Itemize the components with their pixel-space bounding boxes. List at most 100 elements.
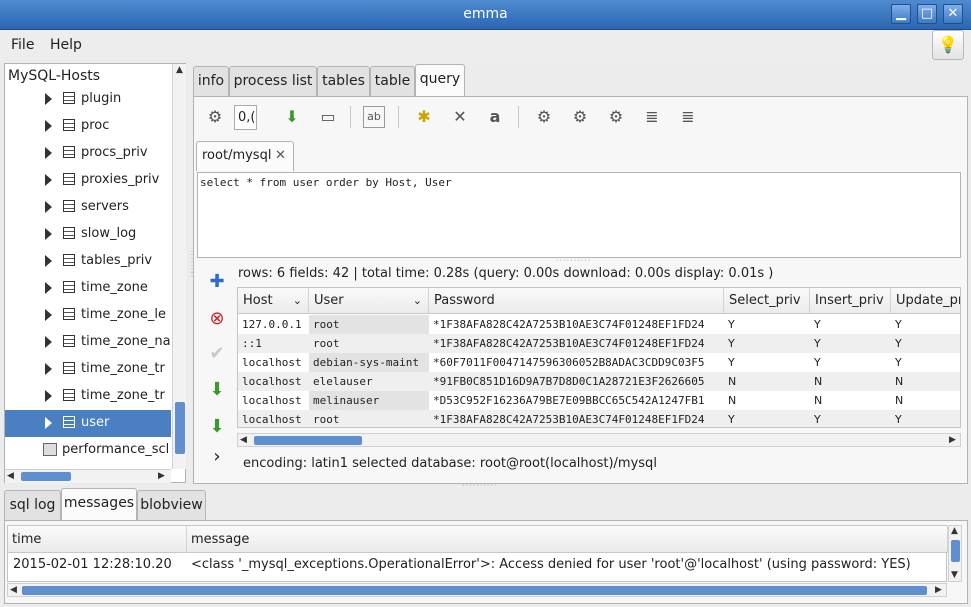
tab-messages[interactable]: messages [61,488,137,520]
table-cell[interactable]: N [810,391,891,410]
tab-process-list[interactable]: process list [229,66,317,96]
table-row[interactable]: localhost melinauser *D53C952F16236A79BE7E… [238,391,960,410]
table-cell[interactable]: Y [891,410,960,427]
scroll-right-icon[interactable]: ▶ [158,471,165,481]
expand-arrow-icon[interactable] [45,120,52,132]
table-cell[interactable]: root [309,315,429,334]
apply-icon[interactable]: ✔ [206,343,228,365]
outdent-icon[interactable]: ≣ [675,104,701,130]
table-cell[interactable]: localhost [238,391,309,410]
tab-info[interactable]: info [193,66,229,96]
column-header-user[interactable]: User ⌄ [309,288,429,314]
tree-item-performance-schema[interactable]: performance_scl [5,437,171,464]
add-row-icon[interactable]: ✚ [206,271,228,293]
maximize-button[interactable]: □ [917,4,937,24]
table-cell[interactable]: Y [724,315,810,334]
editor-splitter[interactable]: ·········· [556,256,591,265]
expand-arrow-icon[interactable] [45,93,52,105]
table-cell[interactable]: *1F38AFA828C42A7253B10AE3C74F01248EF1FD2… [429,334,724,353]
delete-row-icon[interactable]: ⊗ [206,308,228,330]
replace-text-icon[interactable]: ab [363,106,385,128]
scroll-thumb[interactable] [22,586,927,595]
scroll-left-icon[interactable]: ◀ [240,435,247,445]
tree-item-table[interactable]: proxies_priv [5,167,171,194]
table-row[interactable]: ::1 root *1F38AFA828C42A7253B10AE3C74F0124… [238,334,960,353]
table-row[interactable]: localhost elelauser *91FB0C851D16D9A7B7D8D… [238,372,960,391]
table-cell[interactable]: N [724,372,810,391]
rename-icon[interactable]: a [482,104,508,130]
menu-file[interactable]: File [11,37,34,53]
open-folder-icon[interactable]: ▭ [315,104,341,130]
expand-arrow-icon[interactable] [45,228,52,240]
tree-item-table[interactable]: procs_priv [5,140,171,167]
table-row[interactable]: localhost debian-sys-maint *60F7011F004714… [238,353,960,372]
column-header-insert-priv[interactable]: Insert_priv [810,288,891,314]
tree-item-table[interactable]: proc [5,113,171,140]
scroll-thumb[interactable] [254,436,362,445]
bottom-splitter[interactable]: ·········· [462,481,497,490]
table-cell[interactable]: N [724,391,810,410]
expand-arrow-icon[interactable] [45,174,52,186]
tree-horizontal-scrollbar[interactable]: ◀ ▶ [5,469,171,483]
tree-item-table[interactable]: tables_priv [5,248,171,275]
result-grid[interactable]: Host ⌄ User ⌄ Password Select_priv Insert_… [237,287,961,428]
query-tab[interactable]: root/mysql ✕ [196,141,294,171]
messages-vertical-scrollbar[interactable]: ▲ ▼ [948,525,962,582]
scroll-left-icon[interactable]: ◀ [10,585,17,595]
table-cell[interactable]: *1F38AFA828C42A7253B10AE3C74F01248EF1FD2… [429,410,724,427]
table-cell[interactable]: Y [891,353,960,372]
column-header-update-priv[interactable]: Update_pri [891,288,960,314]
table-cell[interactable]: 127.0.0.1 [238,315,309,334]
scroll-thumb[interactable] [21,472,71,481]
tab-sql-log[interactable]: sql log [4,490,61,520]
tab-table[interactable]: table [370,66,415,96]
hosts-tree[interactable]: MySQL-Hosts plugin proc procs_priv proxies_… [4,63,186,483]
scroll-up-icon[interactable]: ▲ [176,65,183,75]
execute-all-icon[interactable]: ⚙ [531,104,557,130]
table-cell[interactable]: *60F7011F0047147596306052B8ADAC3CDD9C03F… [429,353,724,372]
close-button[interactable]: ✕ [943,4,963,24]
table-cell[interactable]: *D53C952F16236A79BE7E09BBCC65C542A1247FB… [429,391,724,410]
table-cell[interactable]: Y [810,334,891,353]
table-cell[interactable]: Y [724,410,810,427]
column-header-select-priv[interactable]: Select_priv [724,288,810,314]
minimize-button[interactable]: ▁ [891,4,911,24]
table-cell[interactable]: N [810,372,891,391]
tree-item-table[interactable]: user [5,410,171,437]
expand-arrow-icon[interactable] [45,363,52,375]
column-header-host[interactable]: Host ⌄ [238,288,309,314]
tree-item-table[interactable]: time_zone_tr [5,383,171,410]
table-cell[interactable]: Y [891,334,960,353]
table-cell[interactable]: debian-sys-maint [309,353,429,372]
expand-arrow-icon[interactable] [45,201,52,213]
close-query-icon[interactable]: ✕ [447,104,473,130]
expand-arrow-icon[interactable] [45,147,52,159]
tab-query[interactable]: query [415,64,465,96]
menu-help[interactable]: Help [50,37,82,53]
table-cell[interactable]: Y [891,315,960,334]
tree-item-table[interactable]: servers [5,194,171,221]
tree-vertical-scrollbar[interactable]: ▲ [172,64,186,469]
column-header-password[interactable]: Password [429,288,724,314]
save-rows-icon[interactable]: ⬇ [206,379,228,401]
execute-current-icon[interactable]: ⚙ [567,104,593,130]
table-row[interactable]: localhost root *1F38AFA828C42A7253B10AE3C7… [238,410,960,427]
expand-arrow-icon[interactable] [45,390,52,402]
tab-tables[interactable]: tables [317,66,370,96]
new-query-icon[interactable]: ✱ [411,104,437,130]
expand-arrow-icon[interactable] [45,255,52,267]
limit-spinner[interactable]: 0,( [234,105,257,130]
table-cell[interactable]: melinauser [309,391,429,410]
messages-table[interactable]: time message 2015-02-01 12:28:10.20 <cla… [7,525,948,582]
scroll-thumb[interactable] [175,402,185,454]
sql-editor[interactable]: select * from user order by Host, User [197,172,961,258]
scroll-down-icon[interactable]: ▼ [951,570,958,580]
table-cell[interactable]: Y [810,353,891,372]
tree-item-table[interactable]: time_zone [5,275,171,302]
export-icon[interactable]: ⬇ [206,416,228,438]
table-cell[interactable]: root [309,410,429,427]
scroll-left-icon[interactable]: ◀ [7,471,14,481]
column-header-message[interactable]: message [187,526,948,553]
table-cell[interactable]: localhost [238,410,309,427]
expand-arrow-icon[interactable] [45,336,52,348]
